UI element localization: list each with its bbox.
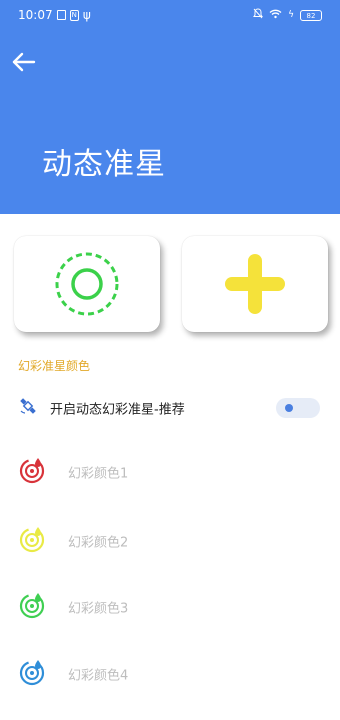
color-option-2[interactable]: 幻彩颜色2 [0,521,340,561]
color-option-4[interactable]: 幻彩颜色4 [0,654,340,694]
charging-icon: ϟ [288,10,294,20]
usb-icon: ψ [82,8,91,22]
wifi-icon [269,8,282,22]
dashed-circle-crosshair-icon [55,252,119,316]
color-option-label: 幻彩颜色3 [68,601,129,617]
radar-drop-icon [18,456,46,488]
color-option-label: 幻彩颜色2 [68,535,129,551]
page-title: 动态准星 [42,147,166,182]
app-header: 10:07 N ψ ϟ 82 动态准星 [0,0,340,214]
color-option-label: 幻彩颜色1 [68,466,129,482]
arrow-left-icon [12,52,36,72]
color-option-1[interactable]: 幻彩颜色1 [0,452,340,492]
satellite-icon [18,396,38,420]
back-button[interactable] [10,48,42,76]
dynamic-crosshair-label: 开启动态幻彩准星-推荐 [50,402,185,418]
section-label: 幻彩准星颜色 [18,359,91,373]
dynamic-crosshair-row: 开启动态幻彩准星-推荐 [0,388,340,428]
crosshair-option-circle[interactable] [14,236,160,332]
mute-icon [253,8,263,22]
crosshair-option-plus[interactable] [182,236,328,332]
radar-drop-icon [18,591,46,623]
dynamic-crosshair-toggle[interactable] [276,398,320,418]
color-option-label: 幻彩颜色4 [68,668,129,684]
notification-icon [56,10,66,20]
notification-badge-icon: N [69,9,79,21]
plus-crosshair-icon [225,254,285,314]
toggle-knob [285,404,293,412]
battery-icon: 82 [300,9,322,21]
radar-drop-icon [18,525,46,557]
radar-drop-icon [18,658,46,690]
status-bar: 10:07 N ψ ϟ 82 [0,0,340,30]
status-time: 10:07 [18,8,53,22]
color-option-3[interactable]: 幻彩颜色3 [0,587,340,627]
